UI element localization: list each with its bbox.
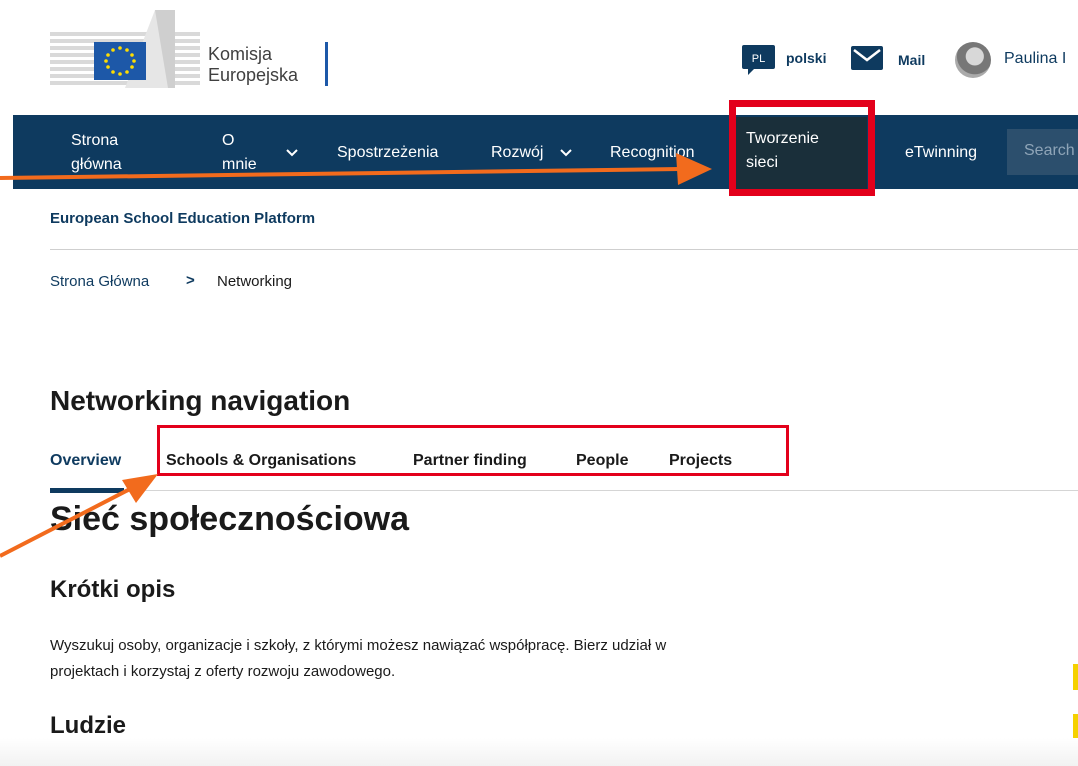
search-input[interactable]: Search [1007, 129, 1078, 175]
nav-item-networking-line2: sieci [746, 154, 779, 171]
user-name[interactable]: Paulina I [1004, 50, 1066, 68]
nav-item-networking[interactable]: Tworzenie sieci [746, 127, 819, 175]
nav-item-insights[interactable]: Spostrzeżenia [337, 141, 438, 165]
language-icon[interactable]: PL [742, 45, 775, 75]
language-selector[interactable]: polski [786, 50, 826, 66]
language-code: PL [752, 53, 765, 65]
nav-item-about-line1: O [222, 132, 235, 149]
nav-item-about[interactable]: O mnie [222, 129, 257, 177]
section-heading-people: Ludzie [50, 712, 126, 739]
chevron-down-icon[interactable] [560, 149, 572, 157]
networking-navigation-title: Networking navigation [50, 385, 351, 416]
nav-item-development[interactable]: Rozwój [491, 141, 543, 165]
side-marker [1073, 664, 1078, 690]
logo-divider [325, 42, 328, 86]
commission-building-logo-icon [50, 10, 200, 88]
tabs-divider [124, 490, 1078, 491]
chevron-down-icon[interactable] [286, 149, 298, 157]
tab-overview[interactable]: Overview [50, 452, 121, 470]
breadcrumb-separator: > [186, 272, 195, 289]
logo-text-line1: Komisja [208, 44, 273, 64]
description-line1: Wyszukuj osoby, organizacje i szkoły, z … [50, 637, 667, 654]
description-line2: projektach i korzystaj z oferty rozwoju … [50, 663, 396, 680]
mail-link[interactable]: Mail [898, 52, 925, 68]
header-divider [50, 249, 1078, 250]
nav-item-home-line2: główna [71, 156, 122, 173]
logo-text-line2: Europejska [208, 65, 299, 85]
side-marker [1073, 714, 1078, 738]
breadcrumb-home[interactable]: Strona Główna [50, 273, 149, 290]
nav-item-networking-line1: Tworzenie [746, 130, 819, 147]
nav-item-home-line1: Strona [71, 132, 119, 149]
nav-item-about-line2: mnie [222, 156, 257, 173]
european-commission-logo[interactable]: Komisja Europejska [50, 10, 330, 90]
breadcrumb-current: Networking [217, 273, 293, 290]
mail-icon[interactable] [851, 46, 883, 70]
tab-partner-finding[interactable]: Partner finding [413, 452, 527, 470]
active-tab-indicator [50, 488, 124, 493]
logo-text: Komisja Europejska [208, 44, 298, 86]
platform-title[interactable]: European School Education Platform [50, 210, 315, 227]
tab-schools-organisations[interactable]: Schools & Organisations [166, 452, 356, 470]
nav-item-etwinning[interactable]: eTwinning [905, 141, 977, 165]
tab-people[interactable]: People [576, 452, 628, 470]
description-paragraph: Wyszukuj osoby, organizacje i szkoły, z … [50, 633, 810, 685]
tab-projects[interactable]: Projects [669, 452, 732, 470]
nav-item-recognition[interactable]: Recognition [610, 141, 695, 165]
user-avatar[interactable] [955, 42, 991, 78]
nav-item-home[interactable]: Strona główna [71, 129, 122, 177]
bottom-edge [0, 738, 1078, 766]
section-heading-description: Krótki opis [50, 576, 176, 603]
page-heading: Sieć społecznościowa [50, 500, 410, 538]
